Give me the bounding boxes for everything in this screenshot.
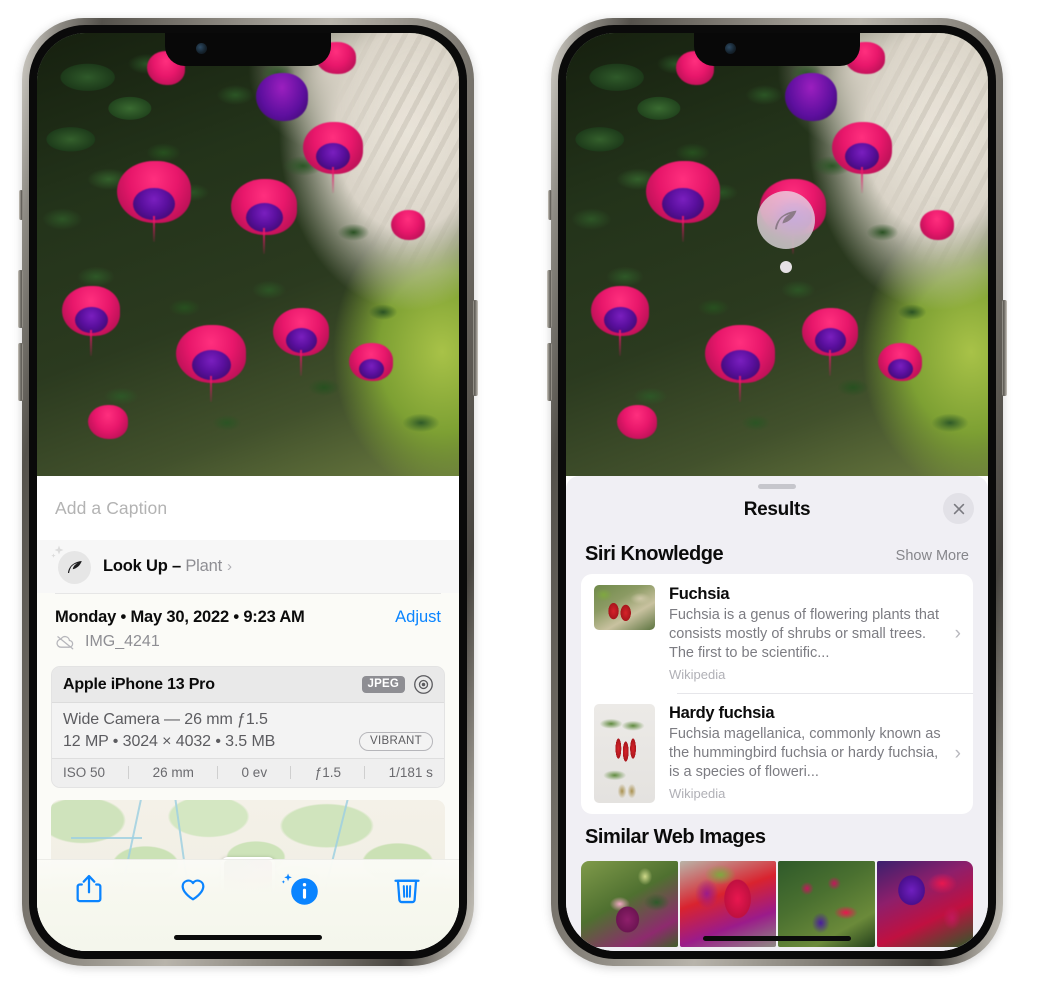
volume-up-button[interactable] bbox=[18, 270, 23, 328]
exif-stats-row: ISO 50 26 mm 0 ev ƒ1.5 1/181 s bbox=[52, 758, 444, 787]
visual-lookup-anchor-dot bbox=[780, 261, 792, 273]
similar-web-images-header: Similar Web Images bbox=[566, 814, 988, 853]
divider bbox=[217, 766, 219, 779]
power-button[interactable] bbox=[1002, 300, 1007, 396]
siri-knowledge-card: Fuchsia Fuchsia is a genus of flowering … bbox=[581, 574, 973, 814]
leaf-icon-circle bbox=[58, 550, 91, 584]
show-more-button[interactable]: Show More bbox=[896, 548, 969, 564]
results-sheet: Results Siri Knowledge Show More Fuchsia… bbox=[566, 476, 988, 951]
device-bezel-right: Results Siri Knowledge Show More Fuchsia… bbox=[558, 25, 996, 959]
device-notch bbox=[694, 33, 860, 66]
knowledge-thumbnail bbox=[594, 585, 655, 630]
front-camera bbox=[725, 43, 736, 54]
volume-down-button[interactable] bbox=[547, 343, 552, 401]
exif-stat-exposure: 0 ev bbox=[241, 765, 268, 780]
screenshot-canvas: Add a Caption Look Up – Plant › Monday •… bbox=[0, 0, 1055, 985]
photo-viewer[interactable] bbox=[566, 33, 988, 476]
photo-date: Monday • May 30, 2022 • 9:23 AM bbox=[55, 608, 305, 626]
photo-blooms bbox=[37, 33, 459, 476]
info-button[interactable] bbox=[281, 871, 319, 907]
aperture-icon bbox=[414, 675, 433, 694]
exif-stat-focal: 26 mm bbox=[152, 765, 194, 780]
mute-switch[interactable] bbox=[548, 190, 552, 220]
volume-up-button[interactable] bbox=[547, 270, 552, 328]
siri-knowledge-header: Siri Knowledge Show More bbox=[566, 531, 988, 574]
web-image-thumbnail[interactable] bbox=[581, 861, 678, 947]
divider bbox=[128, 766, 130, 779]
look-up-subject: Plant bbox=[185, 557, 222, 575]
list-item[interactable]: Fuchsia Fuchsia is a genus of flowering … bbox=[581, 574, 973, 693]
adjust-date-button[interactable]: Adjust bbox=[395, 608, 441, 627]
heart-icon[interactable] bbox=[177, 871, 209, 907]
exif-header: Apple iPhone 13 Pro JPEG bbox=[52, 667, 444, 703]
iphone-device-right: Results Siri Knowledge Show More Fuchsia… bbox=[547, 18, 1007, 966]
knowledge-source: Wikipedia bbox=[669, 667, 726, 682]
look-up-badge bbox=[51, 545, 93, 586]
photographic-style-badge: VIBRANT bbox=[359, 732, 433, 751]
device-screen-left: Add a Caption Look Up – Plant › Monday •… bbox=[37, 33, 459, 951]
iphone-device-left: Add a Caption Look Up – Plant › Monday •… bbox=[18, 18, 478, 966]
cloud-slash-icon bbox=[56, 635, 74, 650]
map-waterway bbox=[70, 836, 142, 839]
filename-row: IMG_4241 bbox=[55, 633, 441, 651]
knowledge-description: Fuchsia is a genus of flowering plants t… bbox=[669, 607, 940, 661]
similar-web-images-title: Similar Web Images bbox=[585, 826, 766, 848]
divider bbox=[364, 766, 366, 779]
exif-metadata-card[interactable]: Apple iPhone 13 Pro JPEG Wide Camera — 2… bbox=[51, 666, 445, 788]
knowledge-title: Hardy fuchsia bbox=[669, 704, 775, 722]
exif-stat-iso: ISO 50 bbox=[63, 765, 106, 780]
power-button[interactable] bbox=[473, 300, 478, 396]
close-icon bbox=[953, 503, 964, 514]
web-image-thumbnail[interactable] bbox=[876, 861, 973, 947]
device-notch bbox=[165, 33, 331, 66]
photo-filename: IMG_4241 bbox=[85, 633, 160, 650]
device-bezel-left: Add a Caption Look Up – Plant › Monday •… bbox=[29, 25, 467, 959]
caption-input[interactable]: Add a Caption bbox=[55, 498, 167, 519]
web-image-thumbnail[interactable] bbox=[679, 861, 776, 947]
exif-body: Wide Camera — 26 mm ƒ1.5 12 MP • 3024 × … bbox=[52, 703, 444, 758]
camera-device-name: Apple iPhone 13 Pro bbox=[63, 675, 215, 693]
leaf-icon bbox=[67, 561, 82, 573]
siri-knowledge-title: Siri Knowledge bbox=[585, 543, 724, 565]
trash-icon[interactable] bbox=[391, 871, 423, 907]
look-up-label: Look Up – Plant › bbox=[103, 557, 232, 576]
exif-stat-shutter: 1/181 s bbox=[388, 765, 433, 780]
share-icon[interactable] bbox=[73, 871, 105, 907]
file-format-badge: JPEG bbox=[361, 676, 405, 693]
web-image-thumbnail[interactable] bbox=[778, 861, 875, 947]
photo-blooms bbox=[566, 33, 988, 476]
home-indicator[interactable] bbox=[703, 936, 851, 941]
mute-switch[interactable] bbox=[19, 190, 23, 220]
date-metadata-block: Monday • May 30, 2022 • 9:23 AM Adjust I… bbox=[55, 593, 441, 653]
lens-info: Wide Camera — 26 mm ƒ1.5 bbox=[63, 711, 268, 728]
chevron-right-icon: › bbox=[954, 742, 961, 764]
exif-stat-aperture: ƒ1.5 bbox=[314, 765, 341, 780]
front-camera bbox=[196, 43, 207, 54]
chevron-right-icon: › bbox=[226, 558, 232, 575]
info-circle-icon bbox=[291, 878, 318, 905]
caption-input-row[interactable]: Add a Caption bbox=[37, 476, 459, 540]
leaf-icon bbox=[775, 210, 797, 230]
image-specs: 12 MP • 3024 × 4032 • 3.5 MB bbox=[63, 732, 276, 750]
visual-lookup-leaf-badge[interactable] bbox=[757, 191, 815, 249]
photo-viewer[interactable] bbox=[37, 33, 459, 476]
volume-down-button[interactable] bbox=[18, 343, 23, 401]
results-title: Results bbox=[743, 499, 811, 520]
results-header: Results bbox=[566, 489, 988, 531]
similar-web-images-grid bbox=[566, 861, 988, 947]
look-up-row[interactable]: Look Up – Plant › bbox=[37, 540, 459, 593]
look-up-prefix: Look Up – bbox=[103, 557, 186, 575]
knowledge-thumbnail bbox=[594, 704, 655, 803]
chevron-right-icon: › bbox=[954, 622, 961, 644]
close-button[interactable] bbox=[943, 493, 974, 524]
home-indicator[interactable] bbox=[174, 935, 322, 940]
photo-info-sheet: Add a Caption Look Up – Plant › Monday •… bbox=[37, 476, 459, 951]
knowledge-title: Fuchsia bbox=[669, 585, 730, 603]
list-item[interactable]: Hardy fuchsia Fuchsia magellanica, commo… bbox=[581, 693, 973, 814]
device-screen-right: Results Siri Knowledge Show More Fuchsia… bbox=[566, 33, 988, 951]
knowledge-description: Fuchsia magellanica, commonly known as t… bbox=[669, 726, 941, 780]
divider bbox=[290, 766, 292, 779]
knowledge-source: Wikipedia bbox=[669, 786, 726, 801]
